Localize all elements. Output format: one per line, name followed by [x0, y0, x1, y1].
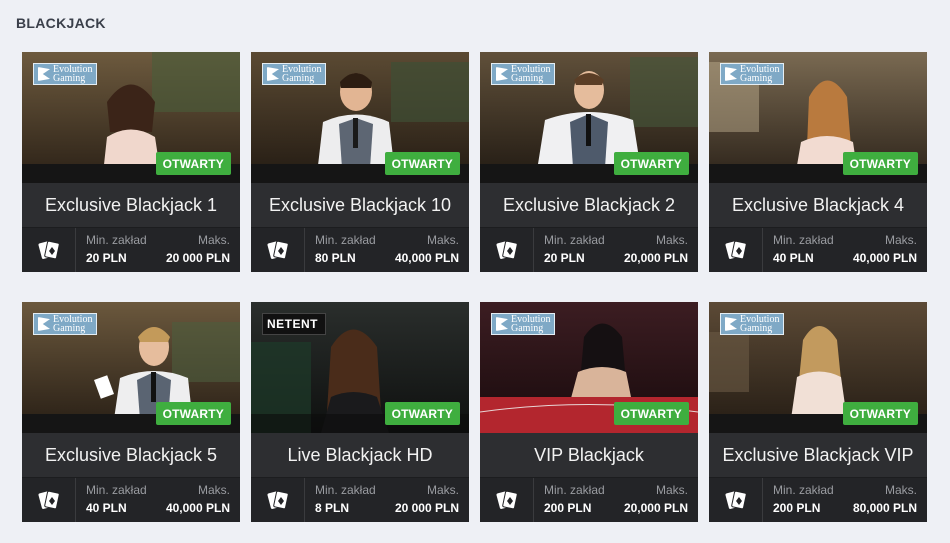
- max-bet-value: 20,000 PLN: [623, 251, 688, 265]
- min-bet-value: 80 PLN: [315, 251, 356, 265]
- table-name[interactable]: VIP Blackjack: [480, 433, 698, 477]
- table-card[interactable]: Evolution Gaming OTWARTY Exclusive Blackj…: [22, 52, 240, 272]
- min-bet-value: 20 PLN: [86, 251, 127, 265]
- bet-limits: Min. zakład 200 PLN Maks. 20,000 PLN: [480, 477, 698, 522]
- max-bet-value: 40,000 PLN: [852, 251, 917, 265]
- table-name[interactable]: Exclusive Blackjack 2: [480, 183, 698, 227]
- bet-limits: Min. zakład 80 PLN Maks. 40,000 PLN: [251, 227, 469, 272]
- min-bet-label: Min. zakład: [773, 233, 834, 247]
- dealer-thumbnail[interactable]: Evolution Gaming OTWARTY: [22, 52, 240, 183]
- max-bet-label: Maks.: [197, 233, 230, 247]
- min-bet-value: 200 PLN: [773, 501, 821, 515]
- max-bet-value: 40,000 PLN: [394, 251, 459, 265]
- dealer-thumbnail[interactable]: Evolution Gaming OTWARTY: [251, 52, 469, 183]
- status-badge: OTWARTY: [842, 152, 918, 175]
- cards-icon: [709, 478, 763, 522]
- max-bet-label: Maks.: [426, 233, 459, 247]
- bet-limits: Min. zakład 40 PLN Maks. 40,000 PLN: [22, 477, 240, 522]
- max-bet-label: Maks.: [884, 233, 917, 247]
- provider-logo: Evolution Gaming: [720, 313, 785, 335]
- max-bet-value: 40,000 PLN: [165, 501, 230, 515]
- min-bet-label: Min. zakład: [86, 233, 147, 247]
- status-badge: OTWARTY: [842, 402, 918, 425]
- dealer-thumbnail[interactable]: Evolution Gaming OTWARTY: [22, 302, 240, 433]
- max-bet-value: 80,000 PLN: [852, 501, 917, 515]
- provider-logo: Evolution Gaming: [33, 63, 98, 85]
- provider-logo: Evolution Gaming: [262, 63, 327, 85]
- min-bet-label: Min. zakład: [773, 483, 834, 497]
- table-name[interactable]: Exclusive Blackjack 5: [22, 433, 240, 477]
- table-card[interactable]: Evolution Gaming OTWARTY Exclusive Blackj…: [480, 52, 698, 272]
- cards-icon: [709, 228, 763, 272]
- bet-limits: Min. zakład 8 PLN Maks. 20 000 PLN: [251, 477, 469, 522]
- min-bet-label: Min. zakład: [315, 233, 376, 247]
- dealer-thumbnail[interactable]: Evolution Gaming OTWARTY: [480, 52, 698, 183]
- table-card[interactable]: NETENT OTWARTY Live Blackjack HD Min. za…: [251, 302, 469, 522]
- provider-logo: Evolution Gaming: [720, 63, 785, 85]
- table-card[interactable]: Evolution Gaming OTWARTY Exclusive Blackj…: [709, 302, 927, 522]
- cards-icon: [22, 478, 76, 522]
- section-title: BLACKJACK: [16, 15, 106, 31]
- min-bet-label: Min. zakład: [315, 483, 376, 497]
- bet-limits: Min. zakład 40 PLN Maks. 40,000 PLN: [709, 227, 927, 272]
- status-badge: OTWARTY: [155, 402, 231, 425]
- cards-icon: [251, 478, 305, 522]
- bet-limits: Min. zakład 20 PLN Maks. 20 000 PLN: [22, 227, 240, 272]
- provider-logo: NETENT: [262, 313, 326, 335]
- dealer-thumbnail[interactable]: Evolution Gaming OTWARTY: [709, 52, 927, 183]
- min-bet-value: 200 PLN: [544, 501, 592, 515]
- cards-icon: [22, 228, 76, 272]
- min-bet-label: Min. zakład: [86, 483, 147, 497]
- provider-logo: Evolution Gaming: [491, 313, 556, 335]
- bet-limits: Min. zakład 20 PLN Maks. 20,000 PLN: [480, 227, 698, 272]
- min-bet-label: Min. zakład: [544, 233, 605, 247]
- cards-icon: [251, 228, 305, 272]
- status-badge: OTWARTY: [384, 152, 460, 175]
- status-badge: OTWARTY: [155, 152, 231, 175]
- provider-logo: Evolution Gaming: [33, 313, 98, 335]
- max-bet-value: 20 000 PLN: [394, 501, 459, 515]
- table-name[interactable]: Exclusive Blackjack 1: [22, 183, 240, 227]
- max-bet-label: Maks.: [655, 233, 688, 247]
- table-grid: Evolution Gaming OTWARTY Exclusive Blackj…: [22, 52, 927, 522]
- dealer-thumbnail[interactable]: Evolution Gaming OTWARTY: [480, 302, 698, 433]
- max-bet-label: Maks.: [655, 483, 688, 497]
- table-name[interactable]: Exclusive Blackjack 10: [251, 183, 469, 227]
- table-name[interactable]: Exclusive Blackjack 4: [709, 183, 927, 227]
- table-card[interactable]: Evolution Gaming OTWARTY Exclusive Blackj…: [709, 52, 927, 272]
- bet-limits: Min. zakład 200 PLN Maks. 80,000 PLN: [709, 477, 927, 522]
- table-card[interactable]: Evolution Gaming OTWARTY Exclusive Blackj…: [22, 302, 240, 522]
- min-bet-value: 8 PLN: [315, 501, 350, 515]
- table-card[interactable]: Evolution Gaming OTWARTY Exclusive Blackj…: [251, 52, 469, 272]
- status-badge: OTWARTY: [613, 152, 689, 175]
- dealer-thumbnail[interactable]: NETENT OTWARTY: [251, 302, 469, 433]
- max-bet-label: Maks.: [197, 483, 230, 497]
- cards-icon: [480, 478, 534, 522]
- max-bet-label: Maks.: [426, 483, 459, 497]
- table-card[interactable]: Evolution Gaming OTWARTY VIP Blackjack Mi…: [480, 302, 698, 522]
- min-bet-value: 40 PLN: [773, 251, 814, 265]
- max-bet-value: 20,000 PLN: [623, 501, 688, 515]
- table-name[interactable]: Exclusive Blackjack VIP: [709, 433, 927, 477]
- min-bet-label: Min. zakład: [544, 483, 605, 497]
- status-badge: OTWARTY: [384, 402, 460, 425]
- provider-logo: Evolution Gaming: [491, 63, 556, 85]
- table-name[interactable]: Live Blackjack HD: [251, 433, 469, 477]
- max-bet-value: 20 000 PLN: [165, 251, 230, 265]
- status-badge: OTWARTY: [613, 402, 689, 425]
- dealer-thumbnail[interactable]: Evolution Gaming OTWARTY: [709, 302, 927, 433]
- max-bet-label: Maks.: [884, 483, 917, 497]
- cards-icon: [480, 228, 534, 272]
- min-bet-value: 20 PLN: [544, 251, 585, 265]
- min-bet-value: 40 PLN: [86, 501, 127, 515]
